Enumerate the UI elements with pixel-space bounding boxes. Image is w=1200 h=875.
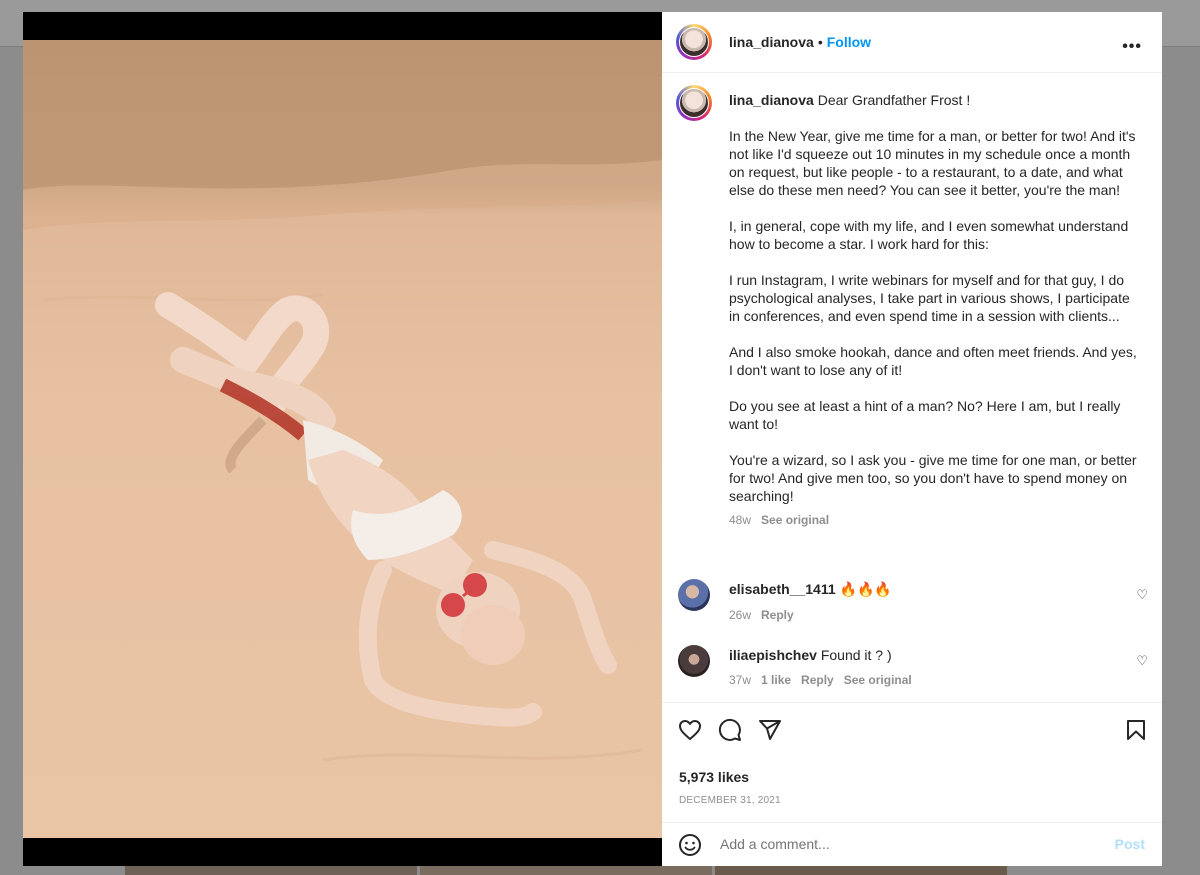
- author-username[interactable]: lina_dianova: [729, 34, 814, 50]
- comment-likes[interactable]: 1 like: [761, 673, 791, 687]
- caption-paragraph: And I also smoke hookah, dance and often…: [729, 344, 1137, 378]
- comment-item: elisabeth__1411 🔥🔥🔥 26w Reply: [729, 581, 892, 622]
- emoji-icon[interactable]: [678, 833, 702, 857]
- post-side-panel: lina_dianova • Follow ••• lina_dianova Dea…: [662, 12, 1162, 866]
- caption-paragraph: I run Instagram, I write webinars for my…: [729, 272, 1130, 324]
- comment-icon[interactable]: [718, 718, 742, 742]
- see-original-link[interactable]: See original: [761, 513, 829, 527]
- post-comment-button[interactable]: Post: [1115, 836, 1145, 852]
- add-comment-input[interactable]: [718, 835, 1102, 853]
- comment-item: iliaepishchev Found it ? ) 37w 1 like Repl…: [729, 647, 912, 687]
- author-line: lina_dianova • Follow: [729, 34, 871, 52]
- reply-button[interactable]: Reply: [801, 673, 834, 687]
- post-actions: 5,973 likes DECEMBER 31, 2021: [662, 702, 1162, 823]
- caption-author-username[interactable]: lina_dianova: [729, 92, 814, 108]
- caption-author-avatar[interactable]: [676, 85, 712, 121]
- caption-opening: Dear Grandfather Frost !: [817, 92, 971, 108]
- comment-text: Found it ? ): [820, 647, 892, 663]
- add-comment-bar: Post: [662, 822, 1162, 867]
- comment-meta: 37w 1 like Reply See original: [729, 673, 912, 687]
- post-modal: lina_dianova • Follow ••• lina_dianova Dea…: [23, 12, 1162, 866]
- caption-paragraph: Do you see at least a hint of a man? No?…: [729, 398, 1121, 432]
- comment-age: 26w: [729, 608, 752, 622]
- caption-meta: 48w See original: [729, 511, 1139, 529]
- more-options-icon[interactable]: •••: [1122, 38, 1142, 56]
- post-caption: lina_dianova Dear Grandfather Frost ! In…: [729, 91, 1139, 529]
- likes-count[interactable]: 5,973 likes: [679, 769, 749, 785]
- comment-text: 🔥🔥🔥: [839, 581, 892, 597]
- author-avatar[interactable]: [676, 24, 712, 60]
- post-date[interactable]: DECEMBER 31, 2021: [679, 795, 781, 806]
- comment-avatar[interactable]: [678, 645, 710, 677]
- comment-meta: 26w Reply: [729, 608, 892, 622]
- caption-age: 48w: [729, 513, 752, 527]
- see-original-link[interactable]: See original: [844, 673, 912, 687]
- comment-avatar[interactable]: [678, 579, 710, 611]
- heart-icon[interactable]: [678, 718, 702, 742]
- post-header: lina_dianova • Follow •••: [662, 12, 1162, 73]
- bookmark-icon[interactable]: [1124, 718, 1148, 742]
- like-comment-heart-icon[interactable]: ♡: [1136, 653, 1148, 669]
- caption-paragraph: I, in general, cope with my life, and I …: [729, 218, 1129, 252]
- background-thumbnails: [0, 866, 1200, 875]
- caption-paragraph: You're a wizard, so I ask you - give me …: [729, 452, 1137, 504]
- reply-button[interactable]: Reply: [761, 608, 794, 622]
- comments-area[interactable]: lina_dianova Dear Grandfather Frost ! In…: [662, 73, 1162, 701]
- beach-photo-illustration: [23, 40, 662, 762]
- comment-username[interactable]: elisabeth__1411: [729, 581, 836, 597]
- comment-username[interactable]: iliaepishchev: [729, 647, 817, 663]
- caption-paragraph: In the New Year, give me time for a man,…: [729, 128, 1136, 198]
- separator-dot: •: [817, 34, 823, 50]
- follow-button[interactable]: Follow: [827, 34, 871, 50]
- post-photo: [23, 40, 662, 838]
- comment-age: 37w: [729, 673, 752, 687]
- share-icon[interactable]: [758, 718, 782, 742]
- like-comment-heart-icon[interactable]: ♡: [1136, 587, 1148, 603]
